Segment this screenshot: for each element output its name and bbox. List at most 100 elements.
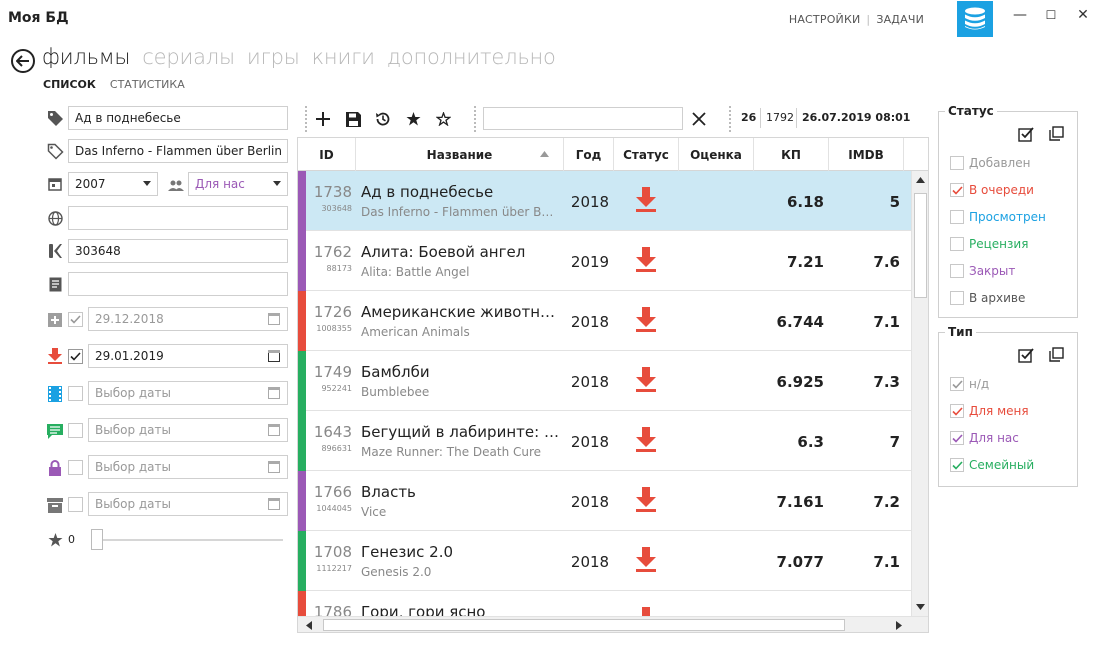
scroll-left-icon[interactable] (306, 621, 312, 630)
date-queued-checkbox[interactable] (68, 349, 83, 364)
audience-select[interactable]: Для нас (188, 172, 288, 196)
type-filter-checkbox[interactable] (950, 431, 964, 445)
date-added-checkbox[interactable] (68, 312, 83, 327)
table-row[interactable]: 1643 896631 Бегущий в лабиринте: Лекарство… (298, 411, 912, 471)
save-button[interactable] (343, 109, 363, 129)
close-button[interactable]: ✕ (1068, 4, 1098, 26)
tab-movies[interactable]: фильмы (42, 45, 130, 69)
website-field[interactable] (68, 206, 288, 230)
type-filter-checkbox[interactable] (950, 404, 964, 418)
tab-books[interactable]: книги (312, 45, 375, 69)
title-ru-field[interactable]: Ад в поднебесье (68, 106, 288, 130)
date-closed-checkbox[interactable] (68, 460, 83, 475)
rating-slider-track[interactable] (96, 539, 283, 541)
favorite-button[interactable] (403, 109, 423, 129)
row-original-title: Maze Runner: The Death Cure (361, 445, 542, 459)
tasks-link[interactable]: ЗАДАЧИ (876, 13, 924, 26)
maximize-button[interactable]: ☐ (1036, 4, 1066, 26)
date-archived-checkbox[interactable] (68, 497, 83, 512)
tab-series[interactable]: сериалы (142, 45, 235, 69)
horizontal-scroll-thumb[interactable] (323, 619, 845, 631)
database-button[interactable] (957, 1, 993, 37)
date-queued-field[interactable]: 29.01.2019 (88, 344, 288, 368)
subtab-list[interactable]: СПИСОК (43, 78, 96, 91)
type-filter-checkbox[interactable] (950, 377, 964, 391)
status-queued-icon (634, 187, 658, 213)
tab-games[interactable]: игры (247, 45, 300, 69)
table-row[interactable]: 1738 303648 Ад в поднебесье Das Inferno - F… (298, 171, 912, 231)
date-review-checkbox[interactable] (68, 423, 83, 438)
history-button[interactable] (373, 109, 393, 129)
back-button[interactable] (11, 49, 35, 73)
select-all-type-button[interactable] (1018, 347, 1034, 367)
status-filter-checkbox[interactable] (950, 237, 964, 251)
date-closed-field[interactable]: Выбор даты (88, 455, 288, 479)
scroll-up-icon[interactable] (916, 177, 925, 183)
status-filter-checkbox[interactable] (950, 156, 964, 170)
status-filter-item[interactable]: Просмотрен (950, 209, 1046, 225)
select-all-status-button[interactable] (1018, 126, 1034, 146)
kp-id-field[interactable]: 303648 (68, 239, 288, 263)
table-row[interactable]: 1766 1044045 Власть Vice 2018 7.161 7.2 (298, 471, 912, 531)
top-links: НАСТРОЙКИ | ЗАДАЧИ (789, 13, 924, 26)
column-rating[interactable]: Оценка (679, 138, 754, 171)
scroll-down-icon[interactable] (916, 604, 925, 610)
table-row[interactable]: 1726 1008355 Американские животные American… (298, 291, 912, 351)
unfavorite-button[interactable] (433, 109, 453, 129)
add-button[interactable] (313, 109, 333, 129)
vertical-scrollbar[interactable] (911, 171, 928, 616)
column-kp[interactable]: КП (754, 138, 829, 171)
date-archived-field[interactable]: Выбор даты (88, 492, 288, 516)
type-filter-item[interactable]: Для нас (950, 430, 1019, 446)
subtab-statistics[interactable]: СТАТИСТИКА (110, 78, 185, 91)
column-status[interactable]: Статус (614, 138, 679, 171)
vertical-scroll-thumb[interactable] (914, 193, 927, 298)
table-row[interactable]: 1749 952241 Бамблби Bumblebee 2018 6.925 7.3 (298, 351, 912, 411)
settings-link[interactable]: НАСТРОЙКИ (789, 13, 861, 26)
copy-type-button[interactable] (1049, 347, 1064, 366)
status-filter-checkbox[interactable] (950, 210, 964, 224)
column-id[interactable]: ID (298, 138, 356, 171)
row-title: Алита: Боевой ангел (361, 243, 526, 261)
column-title[interactable]: Название (356, 138, 564, 171)
calendar-small-icon[interactable] (268, 350, 280, 362)
status-filter-item[interactable]: В очереди (950, 182, 1034, 198)
notes-field[interactable] (68, 272, 288, 296)
scroll-right-icon[interactable] (896, 621, 902, 630)
status-filter-item[interactable]: Закрыт (950, 263, 1015, 279)
calendar-small-icon[interactable] (268, 387, 280, 399)
horizontal-scrollbar[interactable] (298, 616, 928, 632)
table-row[interactable]: 1708 1112217 Генезис 2.0 Genesis 2.0 2018 7.0… (298, 531, 912, 591)
status-filter-checkbox[interactable] (950, 264, 964, 278)
status-filter-checkbox[interactable] (950, 183, 964, 197)
column-year[interactable]: Год (564, 138, 614, 171)
copy-status-button[interactable] (1049, 126, 1064, 145)
type-filter-item[interactable]: Семейный (950, 457, 1034, 473)
calendar-small-icon[interactable] (268, 498, 280, 510)
search-input[interactable] (483, 107, 683, 130)
type-filter-checkbox[interactable] (950, 458, 964, 472)
year-select[interactable]: 2007 (68, 172, 158, 196)
calendar-small-icon[interactable] (268, 461, 280, 473)
date-watched-field[interactable]: Выбор даты (88, 381, 288, 405)
minimize-button[interactable]: — (1005, 4, 1035, 26)
tab-extra[interactable]: дополнительно (387, 45, 556, 69)
calendar-small-icon[interactable] (268, 424, 280, 436)
date-watched-checkbox[interactable] (68, 386, 83, 401)
type-filter-item[interactable]: Для меня (950, 403, 1029, 419)
type-filter-item[interactable]: н/д (950, 376, 989, 392)
table-row[interactable]: 1762 88173 Алита: Боевой ангел Alita: Battl… (298, 231, 912, 291)
date-review-field[interactable]: Выбор даты (88, 418, 288, 442)
title-original-field[interactable]: Das Inferno - Flammen über Berlin (68, 139, 288, 163)
status-filter-item[interactable]: В архиве (950, 290, 1025, 306)
chevron-down-icon (273, 181, 281, 186)
status-filter-checkbox[interactable] (950, 291, 964, 305)
status-filter-item[interactable]: Рецензия (950, 236, 1028, 252)
rating-slider-thumb[interactable] (91, 529, 103, 550)
calendar-small-icon[interactable] (268, 313, 280, 325)
clear-search-button[interactable] (689, 109, 709, 129)
column-imdb[interactable]: IMDB (829, 138, 904, 171)
date-added-field[interactable]: 29.12.2018 (88, 307, 288, 331)
status-filter-item[interactable]: Добавлен (950, 155, 1030, 171)
audience-value: Для нас (195, 177, 245, 191)
